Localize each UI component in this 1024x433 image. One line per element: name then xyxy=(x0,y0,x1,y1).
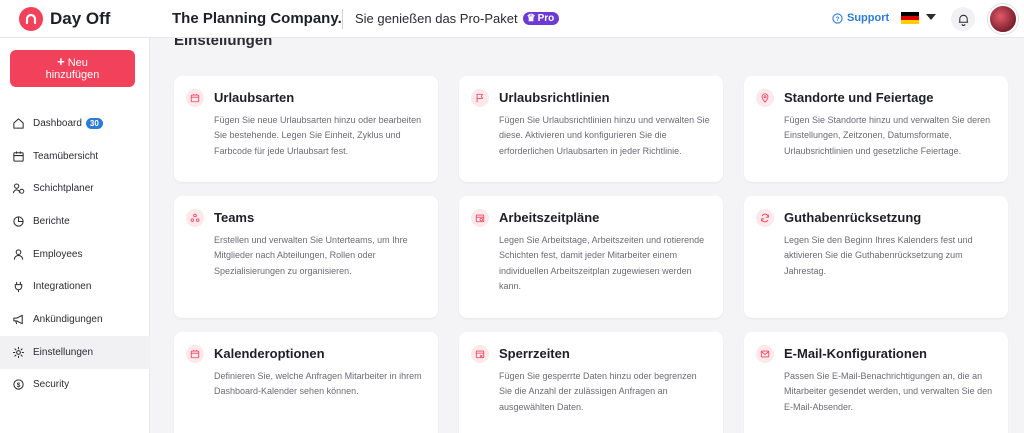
settings-card-sperrzeiten[interactable]: Sperrzeiten Fügen Sie gesperrte Daten hi… xyxy=(459,332,723,433)
sidebar-item-employees[interactable]: Employees xyxy=(0,238,150,271)
settings-card-urlaubsrichtlinien[interactable]: Urlaubsrichtlinien Fügen Sie Urlaubsrich… xyxy=(459,76,723,182)
settings-card-standorte-feiertage[interactable]: Standorte und Feiertage Fügen Sie Stando… xyxy=(744,76,1008,182)
company-name: The Planning Company. xyxy=(172,10,342,27)
sidebar-item-label: Security xyxy=(33,379,70,391)
sidebar-item-berichte[interactable]: Berichte xyxy=(0,205,150,238)
calendar-icon xyxy=(12,150,25,163)
settings-card-email-konfigurationen[interactable]: E-Mail-Konfigurationen Passen Sie E-Mail… xyxy=(744,332,1008,433)
gear-icon xyxy=(12,346,25,359)
flag-icon xyxy=(471,89,489,107)
notifications-bell-icon[interactable] xyxy=(951,7,975,31)
sidebar-item-teamuebersicht[interactable]: Teamübersicht xyxy=(0,140,150,173)
sidebar-item-label: Teamübersicht xyxy=(33,150,99,162)
header-divider xyxy=(342,9,343,29)
pie-chart-icon xyxy=(12,215,25,228)
language-dropdown-caret-icon[interactable] xyxy=(926,14,936,20)
location-pin-icon xyxy=(756,89,774,107)
card-title: Urlaubsrichtlinien xyxy=(499,90,610,105)
card-description: Fügen Sie Standorte hinzu und verwalten … xyxy=(784,115,991,156)
calendar-block-icon xyxy=(471,345,489,363)
plug-icon xyxy=(12,280,25,293)
dashboard-count-badge: 30 xyxy=(85,117,103,129)
crown-icon: ♛ xyxy=(526,13,536,24)
calendar-icon xyxy=(186,89,204,107)
settings-card-kalenderoptionen[interactable]: Kalenderoptionen Definieren Sie, welche … xyxy=(174,332,438,433)
card-description: Fügen Sie gesperrte Daten hinzu oder beg… xyxy=(499,371,697,412)
home-icon xyxy=(12,117,25,130)
sidebar-item-security[interactable]: $ Security xyxy=(0,369,150,402)
dollar-shield-icon: $ xyxy=(12,378,25,391)
calendar-clock-icon xyxy=(471,209,489,227)
card-title: Guthabenrücksetzung xyxy=(784,210,922,225)
add-new-label-line2: hinzufügen xyxy=(45,69,100,81)
sidebar-item-integrationen[interactable]: Integrationen xyxy=(0,270,150,303)
sidebar-item-label: Integrationen xyxy=(33,281,92,293)
card-title: Sperrzeiten xyxy=(499,346,570,361)
add-new-button[interactable]: + Neu hinzufügen xyxy=(10,50,135,87)
settings-card-teams[interactable]: Teams Erstellen und verwalten Sie Untert… xyxy=(174,196,438,318)
card-description: Fügen Sie Urlaubsrichtlinien hinzu und v… xyxy=(499,115,710,156)
card-title: Arbeitszeitpläne xyxy=(499,210,600,225)
mail-icon xyxy=(756,345,774,363)
card-title: Urlaubsarten xyxy=(214,90,295,105)
card-description: Fügen Sie neue Urlaubsarten hinzu oder b… xyxy=(214,115,422,156)
sidebar-item-label: Berichte xyxy=(33,215,70,227)
svg-text:?: ? xyxy=(836,15,840,22)
sidebar-item-ankuendigungen[interactable]: Ankündigungen xyxy=(0,303,150,336)
shift-icon xyxy=(12,182,25,195)
settings-card-arbeitszeitplaene[interactable]: Arbeitszeitpläne Legen Sie Arbeitstage, … xyxy=(459,196,723,318)
sidebar-item-dashboard[interactable]: Dashboard 30 xyxy=(0,107,150,140)
support-link[interactable]: ? Support xyxy=(832,12,889,24)
card-description: Definieren Sie, welche Anfragen Mitarbei… xyxy=(214,371,422,397)
sidebar-nav: Dashboard 30 Teamübersicht Schichtplaner… xyxy=(0,107,150,401)
calendar-icon xyxy=(186,345,204,363)
sidebar-item-label: Employees xyxy=(33,248,83,260)
card-title: Kalenderoptionen xyxy=(214,346,325,361)
sidebar-item-label: Einstellungen xyxy=(33,346,94,358)
card-description: Passen Sie E-Mail-Benachrichtigungen an,… xyxy=(784,371,993,412)
pro-badge-label: Pro xyxy=(537,13,555,24)
sidebar-item-schichtplaner[interactable]: Schichtplaner xyxy=(0,172,150,205)
card-title: E-Mail-Konfigurationen xyxy=(784,346,927,361)
sidebar: + Neu hinzufügen Dashboard 30 Teamübersi… xyxy=(0,38,150,433)
app-name: Day Off xyxy=(50,8,111,28)
plus-icon: + xyxy=(57,54,65,69)
card-description: Legen Sie Arbeitstage, Arbeitszeiten und… xyxy=(499,235,705,291)
dayoff-logo-icon xyxy=(19,6,43,31)
team-icon xyxy=(186,209,204,227)
page-title: Einstellungen xyxy=(174,38,273,49)
refresh-icon xyxy=(756,209,774,227)
user-avatar[interactable] xyxy=(988,4,1018,34)
megaphone-icon xyxy=(12,313,25,326)
help-circle-icon: ? xyxy=(832,12,843,24)
plan-info: Sie genießen das Pro-Paket ♛ Pro xyxy=(355,11,560,26)
german-flag-icon[interactable] xyxy=(901,12,919,24)
sidebar-item-label: Ankündigungen xyxy=(33,313,103,325)
sidebar-item-label: Schichtplaner xyxy=(33,183,94,195)
card-description: Legen Sie den Beginn Ihres Kalenders fes… xyxy=(784,235,973,276)
app-logo[interactable]: Day Off xyxy=(19,6,111,31)
sidebar-item-label: Dashboard xyxy=(33,117,82,129)
card-description: Erstellen und verwalten Sie Unterteams, … xyxy=(214,235,408,276)
pro-badge: ♛ Pro xyxy=(522,12,560,25)
plan-text: Sie genießen das Pro-Paket xyxy=(355,11,518,26)
settings-card-urlaubsarten[interactable]: Urlaubsarten Fügen Sie neue Urlaubsarten… xyxy=(174,76,438,182)
support-label: Support xyxy=(847,12,890,24)
settings-card-guthabenruecksetzung[interactable]: Guthabenrücksetzung Legen Sie den Beginn… xyxy=(744,196,1008,318)
top-bar: Day Off The Planning Company. Sie genieß… xyxy=(0,0,1024,38)
card-title: Teams xyxy=(214,210,255,225)
card-title: Standorte und Feiertage xyxy=(784,90,934,105)
svg-text:$: $ xyxy=(17,382,21,389)
person-icon xyxy=(12,248,25,261)
sidebar-item-einstellungen[interactable]: Einstellungen xyxy=(0,335,150,369)
add-new-label-line1: Neu xyxy=(67,57,88,69)
